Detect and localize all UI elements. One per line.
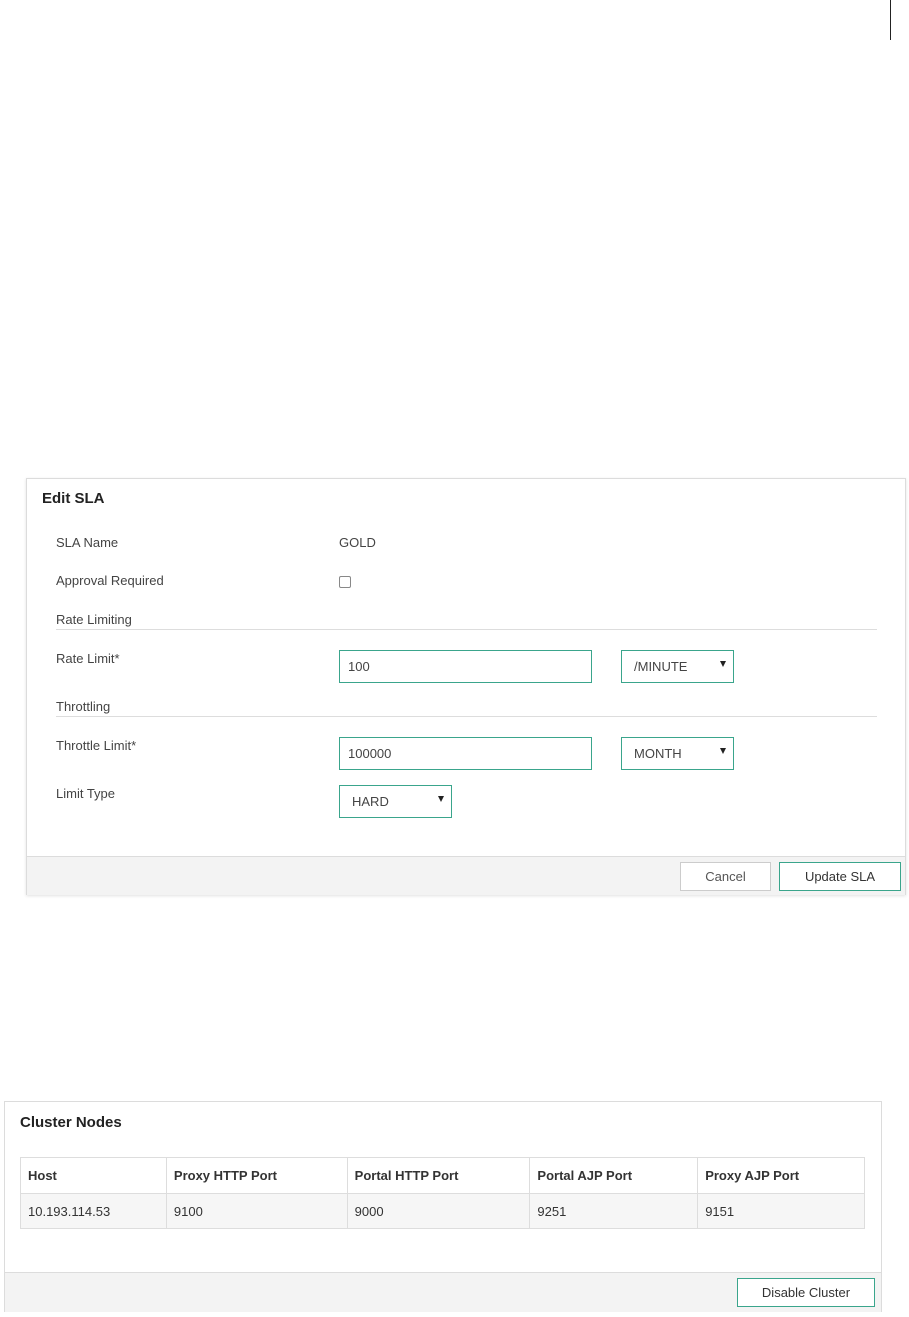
rate-limiting-divider xyxy=(56,629,877,630)
rate-limit-input[interactable] xyxy=(339,650,592,683)
cluster-nodes-panel: Cluster Nodes Host Proxy HTTP Port Porta… xyxy=(4,1101,882,1312)
chevron-down-icon xyxy=(720,748,726,754)
rate-limiting-section-label: Rate Limiting xyxy=(56,612,132,627)
approval-required-label: Approval Required xyxy=(56,573,164,588)
cluster-nodes-table: Host Proxy HTTP Port Portal HTTP Port Po… xyxy=(20,1157,865,1229)
throttle-limit-label: Throttle Limit* xyxy=(56,738,137,753)
edit-sla-footer: Cancel Update SLA xyxy=(27,856,905,895)
throttling-section-label: Throttling xyxy=(56,699,111,714)
sla-name-value: GOLD xyxy=(339,535,376,550)
cluster-nodes-title: Cluster Nodes xyxy=(20,1114,122,1131)
limit-type-select[interactable]: HARD xyxy=(339,785,452,818)
column-header-portal-http-port: Portal HTTP Port xyxy=(346,1157,531,1194)
update-sla-button[interactable]: Update SLA xyxy=(779,862,901,891)
column-header-portal-ajp-port: Portal AJP Port xyxy=(529,1157,699,1194)
disable-cluster-button[interactable]: Disable Cluster xyxy=(737,1278,875,1307)
limit-type-label: Limit Type xyxy=(56,786,116,801)
cell-portal-ajp-port: 9251 xyxy=(529,1193,699,1229)
table-header-row: Host Proxy HTTP Port Portal HTTP Port Po… xyxy=(20,1157,865,1194)
rate-limit-unit-select[interactable]: /MINUTE xyxy=(621,650,734,683)
column-header-host: Host xyxy=(20,1157,167,1194)
edit-sla-panel: Edit SLA SLA Name GOLD Approval Required… xyxy=(26,478,906,895)
page-margin-rule xyxy=(890,0,891,40)
approval-required-checkbox[interactable] xyxy=(339,576,351,588)
limit-type-value: HARD xyxy=(352,794,389,809)
cancel-button[interactable]: Cancel xyxy=(680,862,771,891)
column-header-proxy-ajp-port: Proxy AJP Port xyxy=(697,1157,865,1194)
rate-limit-unit-value: /MINUTE xyxy=(634,659,688,674)
chevron-down-icon xyxy=(438,796,444,802)
throttle-limit-unit-value: MONTH xyxy=(634,746,682,761)
sla-name-label: SLA Name xyxy=(56,535,119,550)
table-row: 10.193.114.53 9100 9000 9251 9151 xyxy=(20,1193,865,1229)
rate-limit-label: Rate Limit* xyxy=(56,651,120,666)
column-header-proxy-http-port: Proxy HTTP Port xyxy=(165,1157,348,1194)
cell-proxy-ajp-port: 9151 xyxy=(697,1193,865,1229)
cell-proxy-http-port: 9100 xyxy=(165,1193,348,1229)
chevron-down-icon xyxy=(720,661,726,667)
cell-portal-http-port: 9000 xyxy=(346,1193,531,1229)
cluster-nodes-footer: Disable Cluster xyxy=(5,1272,881,1312)
throttle-limit-input[interactable] xyxy=(339,737,592,770)
throttling-divider xyxy=(56,716,877,717)
edit-sla-title: Edit SLA xyxy=(42,490,105,507)
cell-host: 10.193.114.53 xyxy=(20,1193,167,1229)
throttle-limit-unit-select[interactable]: MONTH xyxy=(621,737,734,770)
